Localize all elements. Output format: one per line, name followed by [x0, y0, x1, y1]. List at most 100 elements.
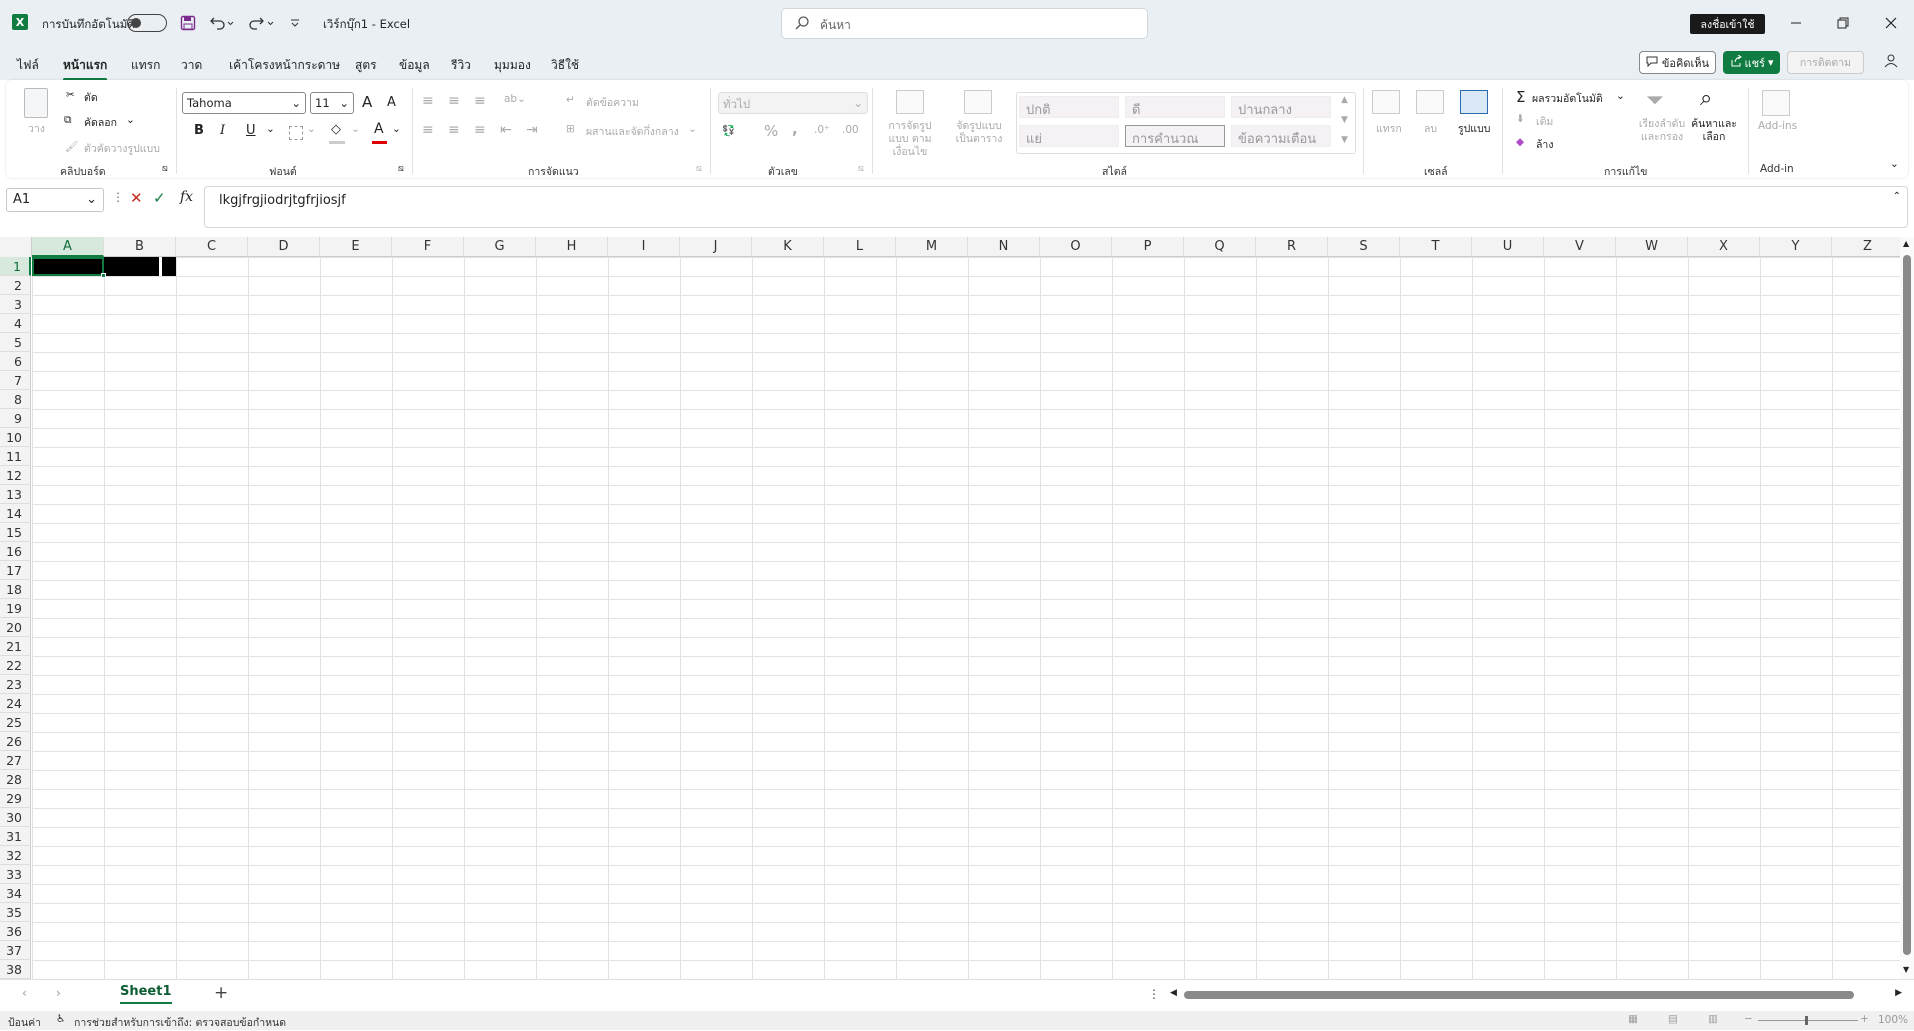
row-header[interactable]: 19: [0, 599, 31, 618]
column-header[interactable]: X: [1688, 237, 1760, 257]
delete-cells-icon[interactable]: [1416, 90, 1444, 114]
row-header[interactable]: 15: [0, 523, 31, 542]
insert-cells-icon[interactable]: [1372, 90, 1400, 114]
column-header[interactable]: N: [968, 237, 1040, 257]
tab-file[interactable]: ไฟล์: [17, 56, 39, 75]
row-header[interactable]: 14: [0, 504, 31, 523]
fill-icon[interactable]: ⬇: [1516, 113, 1525, 125]
align-middle-icon[interactable]: ≡: [448, 93, 460, 109]
expand-formula-icon[interactable]: ⌃: [1893, 191, 1901, 202]
row-header[interactable]: 33: [0, 865, 31, 884]
currency-icon[interactable]: 💱: [722, 124, 735, 137]
column-header[interactable]: O: [1040, 237, 1112, 257]
increase-decimal-icon[interactable]: .0⁺: [814, 124, 830, 136]
tab-insert[interactable]: แทรก: [131, 56, 160, 75]
italic-button[interactable]: I: [220, 123, 225, 138]
row-header[interactable]: 36: [0, 922, 31, 941]
copy-chevron-icon[interactable]: ⌄: [126, 114, 135, 126]
page-break-view-icon[interactable]: ▥: [1708, 1013, 1718, 1025]
merge-label[interactable]: ผสานและจัดกึ่งกลาง: [586, 123, 679, 140]
sheet-tab[interactable]: Sheet1: [112, 982, 180, 1006]
delete-cells-label[interactable]: ลบ: [1424, 120, 1437, 137]
row-header[interactable]: 17: [0, 561, 31, 580]
column-header[interactable]: E: [320, 237, 392, 257]
style-warning[interactable]: ข้อความเตือน: [1231, 125, 1331, 147]
vertical-scrollbar[interactable]: ▲ ▼: [1900, 237, 1914, 979]
more-icon[interactable]: ⋮: [1148, 987, 1160, 1001]
eraser-icon[interactable]: ◆: [1516, 136, 1524, 148]
chevron-down-icon[interactable]: ⌄: [351, 123, 360, 135]
column-header[interactable]: P: [1112, 237, 1184, 257]
row-header[interactable]: 34: [0, 884, 31, 903]
name-box[interactable]: A1 ⌄: [6, 188, 104, 212]
column-header[interactable]: T: [1400, 237, 1472, 257]
font-size-select[interactable]: 11 ⌄: [310, 92, 354, 114]
decrease-indent-icon[interactable]: ⇤: [500, 122, 512, 138]
insert-cells-label[interactable]: แทรก: [1376, 120, 1402, 137]
wrap-text-icon[interactable]: ↵: [566, 94, 575, 106]
catchup-button[interactable]: การติดตาม: [1787, 51, 1864, 74]
font-launcher-icon[interactable]: ⧅: [398, 164, 404, 174]
horizontal-scrollbar[interactable]: ◀ ▶: [1168, 988, 1904, 1000]
column-header[interactable]: L: [824, 237, 896, 257]
copy-icon[interactable]: ⧉: [64, 114, 72, 127]
row-header[interactable]: 10: [0, 428, 31, 447]
chevron-down-icon[interactable]: ⌄: [688, 123, 697, 135]
row-header[interactable]: 12: [0, 466, 31, 485]
row-header[interactable]: 37: [0, 941, 31, 960]
tab-formulas[interactable]: สูตร: [355, 56, 377, 75]
column-header[interactable]: Z: [1832, 237, 1904, 257]
row-header[interactable]: 21: [0, 637, 31, 656]
paste-icon[interactable]: [24, 88, 48, 118]
zoom-in-icon[interactable]: +: [1860, 1013, 1869, 1025]
format-painter-label[interactable]: ตัวคัดวางรูปแบบ: [84, 140, 160, 157]
column-header[interactable]: S: [1328, 237, 1400, 257]
zoom-level[interactable]: 100%: [1878, 1014, 1908, 1026]
row-header[interactable]: 7: [0, 371, 31, 390]
accessibility-status[interactable]: การช่วยสำหรับการเข้าถึง: ตรวจสอบข้อกำหนด: [74, 1014, 286, 1031]
column-header[interactable]: D: [248, 237, 320, 257]
row-header[interactable]: 24: [0, 694, 31, 713]
scroll-up-icon[interactable]: ▲: [1903, 239, 1909, 248]
row-header[interactable]: 30: [0, 808, 31, 827]
autosum-label[interactable]: ผลรวมอัตโนมัติ: [1532, 90, 1603, 107]
autosave-toggle[interactable]: [127, 14, 167, 32]
chevron-down-icon[interactable]: ⌄: [307, 123, 316, 135]
vertical-scroll-thumb[interactable]: [1903, 255, 1911, 955]
format-table-label[interactable]: จัดรูปแบบ เป็นตาราง: [950, 120, 1008, 146]
style-calculation[interactable]: การคำนวณ: [1125, 125, 1225, 147]
conditional-format-icon[interactable]: [896, 90, 924, 114]
cut-icon[interactable]: ✂: [66, 89, 75, 101]
column-header[interactable]: Q: [1184, 237, 1256, 257]
chevron-down-icon[interactable]: ⌄: [392, 123, 401, 135]
font-name-select[interactable]: Tahoma ⌄: [182, 92, 306, 114]
column-header[interactable]: U: [1472, 237, 1544, 257]
redo-icon[interactable]: [246, 12, 276, 34]
tab-data[interactable]: ข้อมูล: [399, 56, 430, 75]
row-header[interactable]: 27: [0, 751, 31, 770]
tab-page-layout[interactable]: เค้าโครงหน้ากระดาษ: [229, 56, 340, 75]
number-format-select[interactable]: ทั่วไป ⌄: [718, 92, 868, 114]
row-header[interactable]: 13: [0, 485, 31, 504]
enter-icon[interactable]: ✓: [153, 189, 166, 207]
align-top-icon[interactable]: ≡: [422, 93, 434, 109]
orientation-icon[interactable]: ab⌄: [504, 93, 526, 105]
align-right-icon[interactable]: ≡: [474, 122, 486, 138]
row-header[interactable]: 3: [0, 295, 31, 314]
share-button[interactable]: แชร์ ▾: [1723, 51, 1780, 74]
addins-icon[interactable]: [1762, 90, 1790, 116]
bold-button[interactable]: B: [194, 123, 204, 138]
row-header[interactable]: 6: [0, 352, 31, 371]
addins-label[interactable]: Add-ins: [1758, 120, 1797, 132]
tab-view[interactable]: มุมมอง: [494, 56, 531, 75]
column-header[interactable]: H: [536, 237, 608, 257]
column-header[interactable]: G: [464, 237, 536, 257]
scroll-left-icon[interactable]: ◀: [1170, 988, 1177, 998]
align-bottom-icon[interactable]: ≡: [474, 93, 486, 109]
decrease-decimal-icon[interactable]: .00: [842, 124, 859, 136]
column-header[interactable]: J: [680, 237, 752, 257]
row-header[interactable]: 31: [0, 827, 31, 846]
select-all-corner[interactable]: [0, 237, 32, 257]
column-header[interactable]: K: [752, 237, 824, 257]
tab-home[interactable]: หน้าแรก: [63, 56, 108, 81]
